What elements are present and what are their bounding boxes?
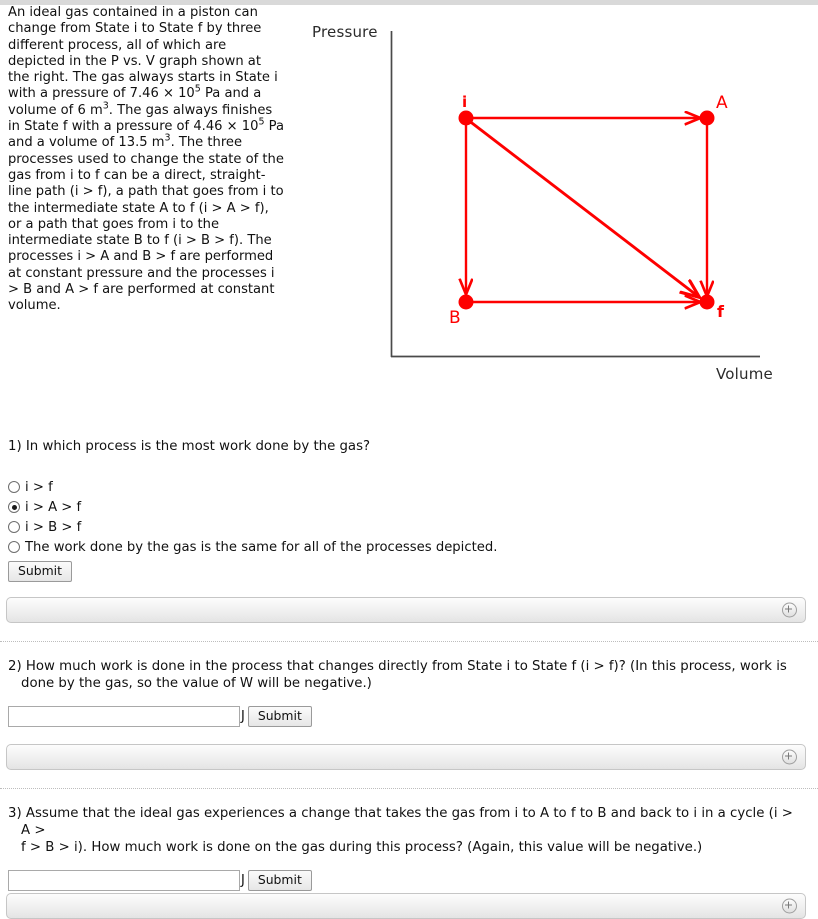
- question-1-submit-button[interactable]: Submit: [8, 561, 72, 582]
- state-label-i: i: [462, 93, 467, 111]
- question-2-text: 2) How much work is done in the process …: [8, 658, 804, 692]
- question-1-text: 1) In which process is the most work don…: [8, 439, 371, 454]
- choice-label: i > f: [25, 479, 53, 495]
- question-3-answer-row: J Submit: [8, 870, 818, 891]
- question-3-text: 3) Assume that the ideal gas experiences…: [8, 805, 804, 856]
- expand-plus-icon[interactable]: [782, 749, 797, 765]
- pv-plot-svg: i A B f: [390, 31, 760, 358]
- question-2-unit-label: J: [241, 709, 245, 724]
- radio-icon[interactable]: [8, 481, 20, 493]
- state-point-A: [699, 110, 715, 126]
- path-i-to-f: [467, 118, 699, 297]
- expand-plus-icon[interactable]: [782, 898, 797, 914]
- radio-icon[interactable]: [8, 521, 20, 533]
- state-point-f: [699, 294, 715, 310]
- expand-plus-icon[interactable]: [782, 602, 797, 618]
- radio-option-i-to-f[interactable]: i > f: [8, 477, 818, 497]
- radio-icon-selected[interactable]: [8, 501, 20, 513]
- question-3-line-2: f > B > i). How much work is done on the…: [21, 840, 703, 855]
- radio-option-same-work[interactable]: The work done by the gas is the same for…: [8, 537, 818, 557]
- state-label-f: f: [717, 302, 725, 321]
- question-3-submit-button[interactable]: Submit: [247, 870, 312, 891]
- question-1-block: 1) In which process is the most work don…: [0, 438, 818, 582]
- state-point-B: [458, 294, 474, 310]
- question-3-block: 3) Assume that the ideal gas experiences…: [0, 805, 818, 891]
- problem-statement: An ideal gas contained in a piston can c…: [8, 5, 286, 315]
- pv-diagram-figure: Pressure Volume i A B f: [300, 5, 818, 400]
- question-2-answer-row: J Submit: [8, 706, 818, 727]
- radio-option-i-to-A-to-f[interactable]: i > A > f: [8, 497, 818, 517]
- question-2-line-1: 2) How much work is done in the process …: [8, 659, 787, 674]
- question-1-choices: i > f i > A > f i > B > f The work done …: [8, 477, 818, 557]
- question-2-submit-button[interactable]: Submit: [247, 706, 312, 727]
- problem-area: An ideal gas contained in a piston can c…: [0, 5, 818, 400]
- choice-label: i > A > f: [25, 499, 82, 515]
- collapsed-feedback-bar-2[interactable]: [6, 744, 806, 770]
- question-2-line-2: done by the gas, so the value of W will …: [21, 676, 372, 691]
- choice-label: The work done by the gas is the same for…: [25, 539, 498, 555]
- statement-part-5: . The three processes used to change the…: [8, 135, 284, 314]
- radio-icon[interactable]: [8, 541, 20, 553]
- section-divider-1: [0, 641, 818, 643]
- state-label-B: B: [449, 308, 461, 328]
- question-2-answer-input[interactable]: [8, 706, 240, 727]
- collapsed-feedback-bar-1[interactable]: [6, 597, 806, 623]
- question-3-line-1: 3) Assume that the ideal gas experiences…: [8, 806, 793, 838]
- choice-label: i > B > f: [25, 519, 82, 535]
- state-label-A: A: [716, 93, 728, 113]
- section-divider-2: [0, 788, 818, 790]
- radio-option-i-to-B-to-f[interactable]: i > B > f: [8, 517, 818, 537]
- collapsed-feedback-bar-3[interactable]: [6, 893, 806, 919]
- question-3-answer-input[interactable]: [8, 870, 240, 891]
- question-3-unit-label: J: [241, 873, 245, 888]
- state-point-i: [458, 110, 474, 126]
- question-2-block: 2) How much work is done in the process …: [0, 658, 818, 727]
